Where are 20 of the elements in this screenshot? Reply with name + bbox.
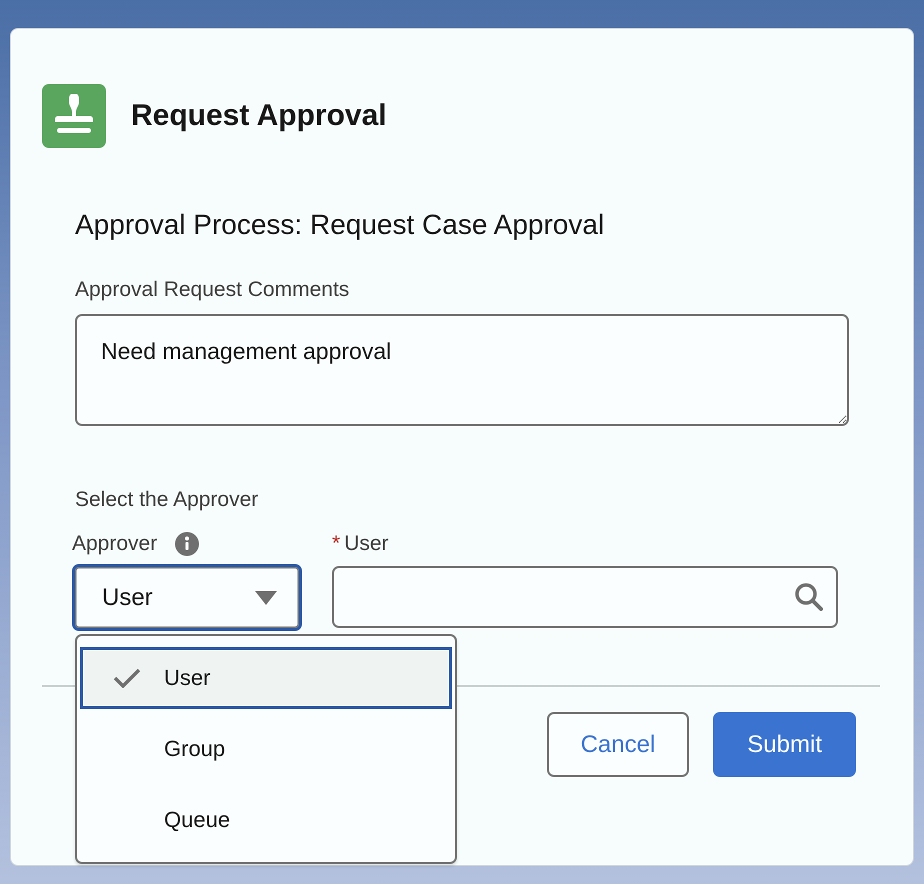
process-heading: Approval Process: Request Case Approval [75,209,606,242]
check-icon [113,668,141,688]
approver-label: Approver [72,532,158,556]
comments-field[interactable]: Need management approval [75,314,849,426]
submit-button[interactable]: Submit [713,712,856,777]
cancel-button[interactable]: Cancel [546,712,690,777]
info-icon[interactable] [175,532,200,556]
dropdown-option[interactable]: User [80,647,452,709]
dropdown-option[interactable]: Group [80,718,452,780]
approver-select[interactable]: User [72,564,302,631]
user-search-field[interactable] [332,566,838,628]
stamp-icon [42,84,106,148]
search-icon[interactable] [794,582,824,612]
caret-icon [255,590,277,604]
comments-label: Approval Request Comments [75,278,350,302]
user-label: User [344,532,389,556]
dropdown-option[interactable]: Queue [80,789,452,851]
section-title: Select the Approver [75,488,260,512]
dialog-title: Request Approval [131,99,387,133]
required-mark: * [332,532,340,556]
